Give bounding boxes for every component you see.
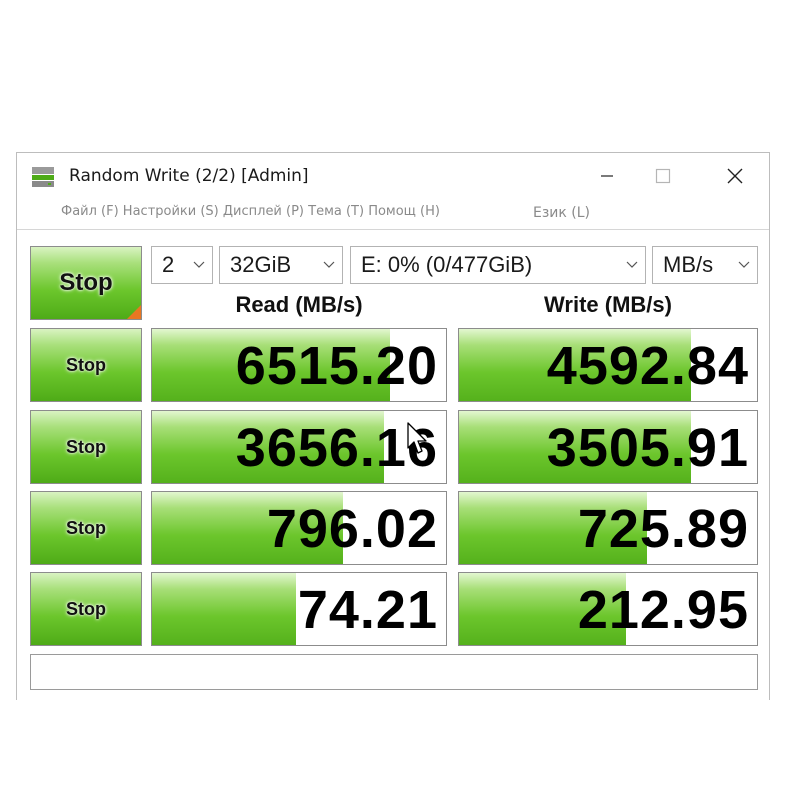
write-value-row-1: 4592.84 [546,336,749,396]
close-icon [727,168,743,184]
maximize-icon [655,168,671,184]
menu-bar: Файл (F) Настройки (S) Дисплей (P) Тема … [17,199,769,229]
chevron-down-icon [186,261,212,269]
read-header: Read (MB/s) [235,292,363,317]
minimize-icon [601,175,613,177]
read-value-row-3: 796.02 [266,499,438,559]
write-result-row-4: 212.95 [458,572,758,646]
stop-button-row-3[interactable]: Stop [30,491,142,565]
title-bar: Random Write (2/2) [Admin] [17,153,769,199]
benchmark-panel: Stop 2 32GiB E: 0% (0/477GiB) MB/s Read … [17,229,769,700]
write-value-row-2: 3505.91 [546,418,749,478]
count-select[interactable]: 2 [151,246,213,284]
minimize-button[interactable] [587,159,627,193]
chevron-down-icon [731,261,757,269]
menu-items[interactable]: Файл (F) Настройки (S) Дисплей (P) Тема … [61,204,440,219]
drive-select[interactable]: E: 0% (0/477GiB) [350,246,646,284]
unit-value: MB/s [663,252,714,277]
chevron-down-icon [619,261,645,269]
menu-language[interactable]: Език (L) [533,205,590,221]
app-window: Random Write (2/2) [Admin] Файл (F) Наст… [16,152,770,700]
stop-label: Stop [66,354,106,375]
chevron-down-icon [316,261,342,269]
stop-label: Stop [66,517,106,538]
close-button[interactable] [715,159,755,193]
comment-field[interactable] [30,654,758,690]
write-value-row-3: 725.89 [577,499,749,559]
drive-icon [32,167,54,187]
write-header: Write (MB/s) [544,292,672,317]
read-value-row-1: 6515.20 [235,336,438,396]
read-result-row-3: 796.02 [151,491,447,565]
stop-all-button[interactable]: Stop [30,246,142,320]
write-result-row-3: 725.89 [458,491,758,565]
write-result-row-1: 4592.84 [458,328,758,402]
read-result-row-4: 74.21 [151,572,447,646]
write-result-row-2: 3505.91 [458,410,758,484]
size-select[interactable]: 32GiB [219,246,343,284]
stop-button-row-2[interactable]: Stop [30,410,142,484]
read-value-row-4: 74.21 [297,580,438,640]
size-value: 32GiB [230,252,292,277]
count-value: 2 [162,252,175,277]
mouse-cursor-icon [407,422,427,454]
stop-label: Stop [66,436,106,457]
drive-value: E: 0% (0/477GiB) [361,252,533,277]
stop-all-label: Stop [59,269,113,296]
read-result-row-2: 3656.16 [151,410,447,484]
read-bar-row-4 [152,573,297,645]
read-result-row-1: 6515.20 [151,328,447,402]
stop-label: Stop [66,598,106,619]
corner-marker [127,305,141,319]
stop-button-row-1[interactable]: Stop [30,328,142,402]
write-value-row-4: 212.95 [577,580,749,640]
window-title: Random Write (2/2) [Admin] [69,166,309,186]
stop-button-row-4[interactable]: Stop [30,572,142,646]
unit-select[interactable]: MB/s [652,246,758,284]
maximize-button[interactable] [643,159,683,193]
